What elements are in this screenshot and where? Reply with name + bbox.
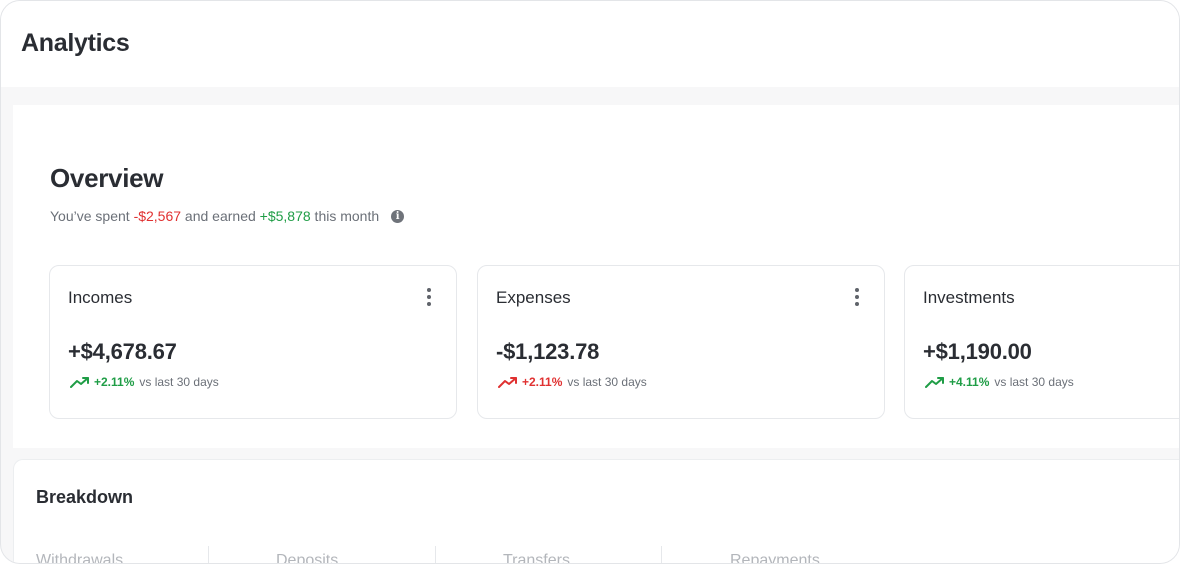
stat-card-expenses: Expenses -$1,123.78 +2.11% vs last 30 da… (477, 265, 885, 419)
spent-amount: -$2,567 (133, 208, 182, 224)
overview-title: Overview (50, 163, 164, 193)
card-label: Incomes (68, 288, 133, 307)
app-window: Analytics Overview You’ve spent -$2,567 … (0, 0, 1180, 564)
card-change: +2.11% (94, 375, 135, 389)
card-change: +2.11% (522, 375, 563, 389)
breakdown-title: Breakdown (36, 487, 134, 507)
summary-middle: and earned (181, 208, 260, 224)
card-comparison: vs last 30 days (567, 375, 647, 389)
breakdown-panel: Breakdown Withdrawals Deposits Transfers… (13, 459, 1179, 563)
earned-amount: +$5,878 (259, 208, 311, 224)
more-vertical-icon[interactable] (426, 288, 432, 308)
overview-summary: You’ve spent -$2,567 and earned +$5,878 … (50, 208, 405, 224)
tab-deposits[interactable]: Deposits (276, 552, 338, 563)
card-trend: +2.11% vs last 30 days (498, 375, 647, 389)
info-icon[interactable]: i (391, 209, 405, 223)
trend-up-icon (498, 377, 517, 388)
summary-suffix: this month (310, 208, 380, 224)
overview-panel: Overview You’ve spent -$2,567 and earned… (13, 105, 1179, 448)
card-label: Investments (923, 288, 1015, 307)
stat-card-investments: Investments +$1,190.00 +4.11% vs last 30… (904, 265, 1179, 419)
summary-prefix: You’ve spent (50, 208, 134, 224)
card-change: +4.11% (949, 375, 990, 389)
card-trend: +2.11% vs last 30 days (70, 375, 219, 389)
card-comparison: vs last 30 days (994, 375, 1074, 389)
tab-divider (435, 546, 436, 563)
tab-divider (661, 546, 662, 563)
card-comparison: vs last 30 days (139, 375, 219, 389)
trend-up-icon (925, 377, 944, 388)
tab-withdrawals[interactable]: Withdrawals (36, 552, 123, 563)
trend-up-icon (70, 377, 89, 388)
more-vertical-icon[interactable] (854, 288, 860, 308)
breakdown-tabs: Withdrawals Deposits Transfers Repayment… (14, 546, 914, 563)
card-amount: +$4,678.67 (68, 339, 177, 364)
card-label: Expenses (496, 288, 571, 307)
top-bar: Analytics (1, 1, 1179, 87)
card-amount: +$1,190.00 (923, 339, 1032, 364)
stat-card-incomes: Incomes +$4,678.67 +2.11% vs last 30 day… (49, 265, 457, 419)
card-amount: -$1,123.78 (496, 339, 600, 364)
page-title: Analytics (21, 29, 130, 57)
tab-repayments[interactable]: Repayments (730, 552, 820, 563)
card-trend: +4.11% vs last 30 days (925, 375, 1074, 389)
tab-transfers[interactable]: Transfers (503, 552, 570, 563)
tab-divider (208, 546, 209, 563)
